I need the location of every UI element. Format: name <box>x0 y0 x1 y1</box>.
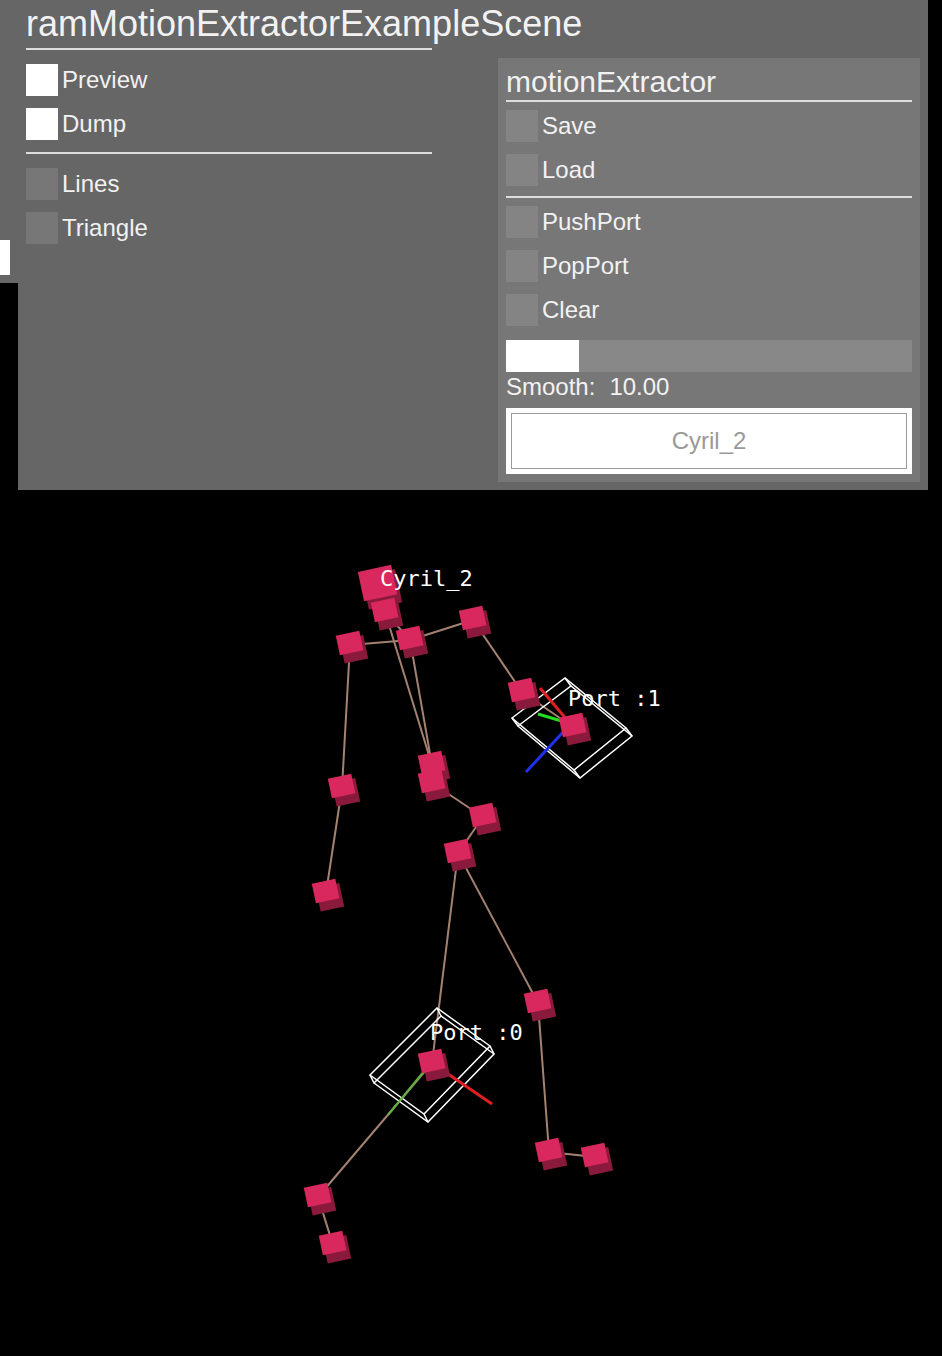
slider-fill <box>506 340 579 372</box>
joint <box>371 597 403 631</box>
port-box-edge <box>512 718 518 726</box>
panel-title: motionExtractor <box>506 64 912 100</box>
joint <box>396 625 428 659</box>
port-label: Port :0 <box>430 1020 523 1045</box>
joint <box>444 838 476 872</box>
checkbox[interactable] <box>506 250 538 282</box>
toggle-row[interactable]: Load <box>506 154 912 186</box>
checkbox[interactable] <box>506 154 538 186</box>
toggle-row[interactable]: Dump <box>26 108 498 140</box>
actor-button[interactable]: Cyril_2 <box>506 408 912 474</box>
toggle-row[interactable]: PushPort <box>506 206 912 238</box>
port-label: Port :1 <box>568 686 661 711</box>
actor-label: Cyril_2 <box>380 566 473 591</box>
toggle-label: Clear <box>542 296 599 324</box>
joint <box>559 712 591 746</box>
scene-view[interactable]: Cyril_2 Port :1 Port :0 <box>0 490 942 1356</box>
joint <box>319 1230 351 1264</box>
checkbox[interactable] <box>26 212 58 244</box>
toggle-row[interactable]: Lines <box>26 168 498 200</box>
joint <box>535 1137 567 1171</box>
port-box-edge <box>370 1075 374 1083</box>
bone <box>342 645 350 788</box>
toggle-group: PushPort PopPort Clear <box>506 198 912 336</box>
joint <box>328 773 360 807</box>
joint <box>524 988 556 1022</box>
joint <box>508 677 540 711</box>
bone <box>458 853 538 1003</box>
toggle-label: Save <box>542 112 597 140</box>
joint <box>312 878 344 912</box>
toggle-label: Lines <box>62 170 119 198</box>
control-panel: ramMotionExtractorExampleScene Preview Dum… <box>18 0 928 490</box>
slider-name: Smooth: <box>506 372 595 402</box>
port-box-edge <box>626 728 632 736</box>
joint <box>459 605 491 639</box>
separator <box>26 152 432 154</box>
toggle-label: PopPort <box>542 252 629 280</box>
z-axis <box>526 730 565 772</box>
port-box-edge <box>565 678 571 686</box>
checkbox[interactable] <box>26 168 58 200</box>
joint <box>469 802 501 836</box>
joint <box>581 1142 613 1176</box>
title-underline <box>26 48 432 50</box>
toggle-label: Load <box>542 156 595 184</box>
separator <box>506 196 912 198</box>
toggle-row[interactable]: Clear <box>506 294 912 326</box>
bone <box>538 1003 549 1152</box>
window-title: ramMotionExtractorExampleScene <box>26 0 498 46</box>
separator <box>506 100 912 102</box>
checkbox[interactable] <box>506 110 538 142</box>
checkbox[interactable] <box>506 294 538 326</box>
smooth-slider[interactable] <box>506 340 912 372</box>
checkbox[interactable] <box>506 206 538 238</box>
toggle-group: Lines Triangle <box>26 154 498 256</box>
scene-panel: ramMotionExtractorExampleScene Preview Dum… <box>18 0 498 490</box>
toggle-label: Triangle <box>62 214 148 242</box>
checkbox[interactable] <box>26 64 58 96</box>
background-panel <box>0 0 18 283</box>
toggle-group: Save Load <box>506 102 912 196</box>
panel-tab <box>0 240 10 275</box>
joint <box>418 768 450 802</box>
toggle-label: Dump <box>62 110 126 138</box>
joint <box>304 1182 336 1216</box>
y-axis <box>388 1070 425 1115</box>
port-box-edge <box>424 1114 428 1122</box>
toggle-row[interactable]: PopPort <box>506 250 912 282</box>
toggle-group: Preview Dump <box>26 50 498 152</box>
checkbox[interactable] <box>26 108 58 140</box>
toggle-label: Preview <box>62 66 147 94</box>
toggle-label: PushPort <box>542 208 641 236</box>
slider-value: 10.00 <box>609 372 669 402</box>
port-box-edge <box>574 770 580 778</box>
toggle-row[interactable]: Triangle <box>26 212 498 244</box>
toggle-row[interactable]: Save <box>506 110 912 142</box>
bone <box>385 612 432 765</box>
joint <box>418 1048 450 1082</box>
toggle-row[interactable]: Preview <box>26 64 498 96</box>
bone <box>410 640 432 765</box>
port-box-edge <box>490 1046 494 1054</box>
joint <box>336 630 368 664</box>
motion-extractor-panel: motionExtractor Save Load PushPort PopPort Cl… <box>498 58 920 482</box>
slider-label: Smooth: 10.00 <box>506 372 912 402</box>
port-box-edge <box>437 1008 441 1016</box>
